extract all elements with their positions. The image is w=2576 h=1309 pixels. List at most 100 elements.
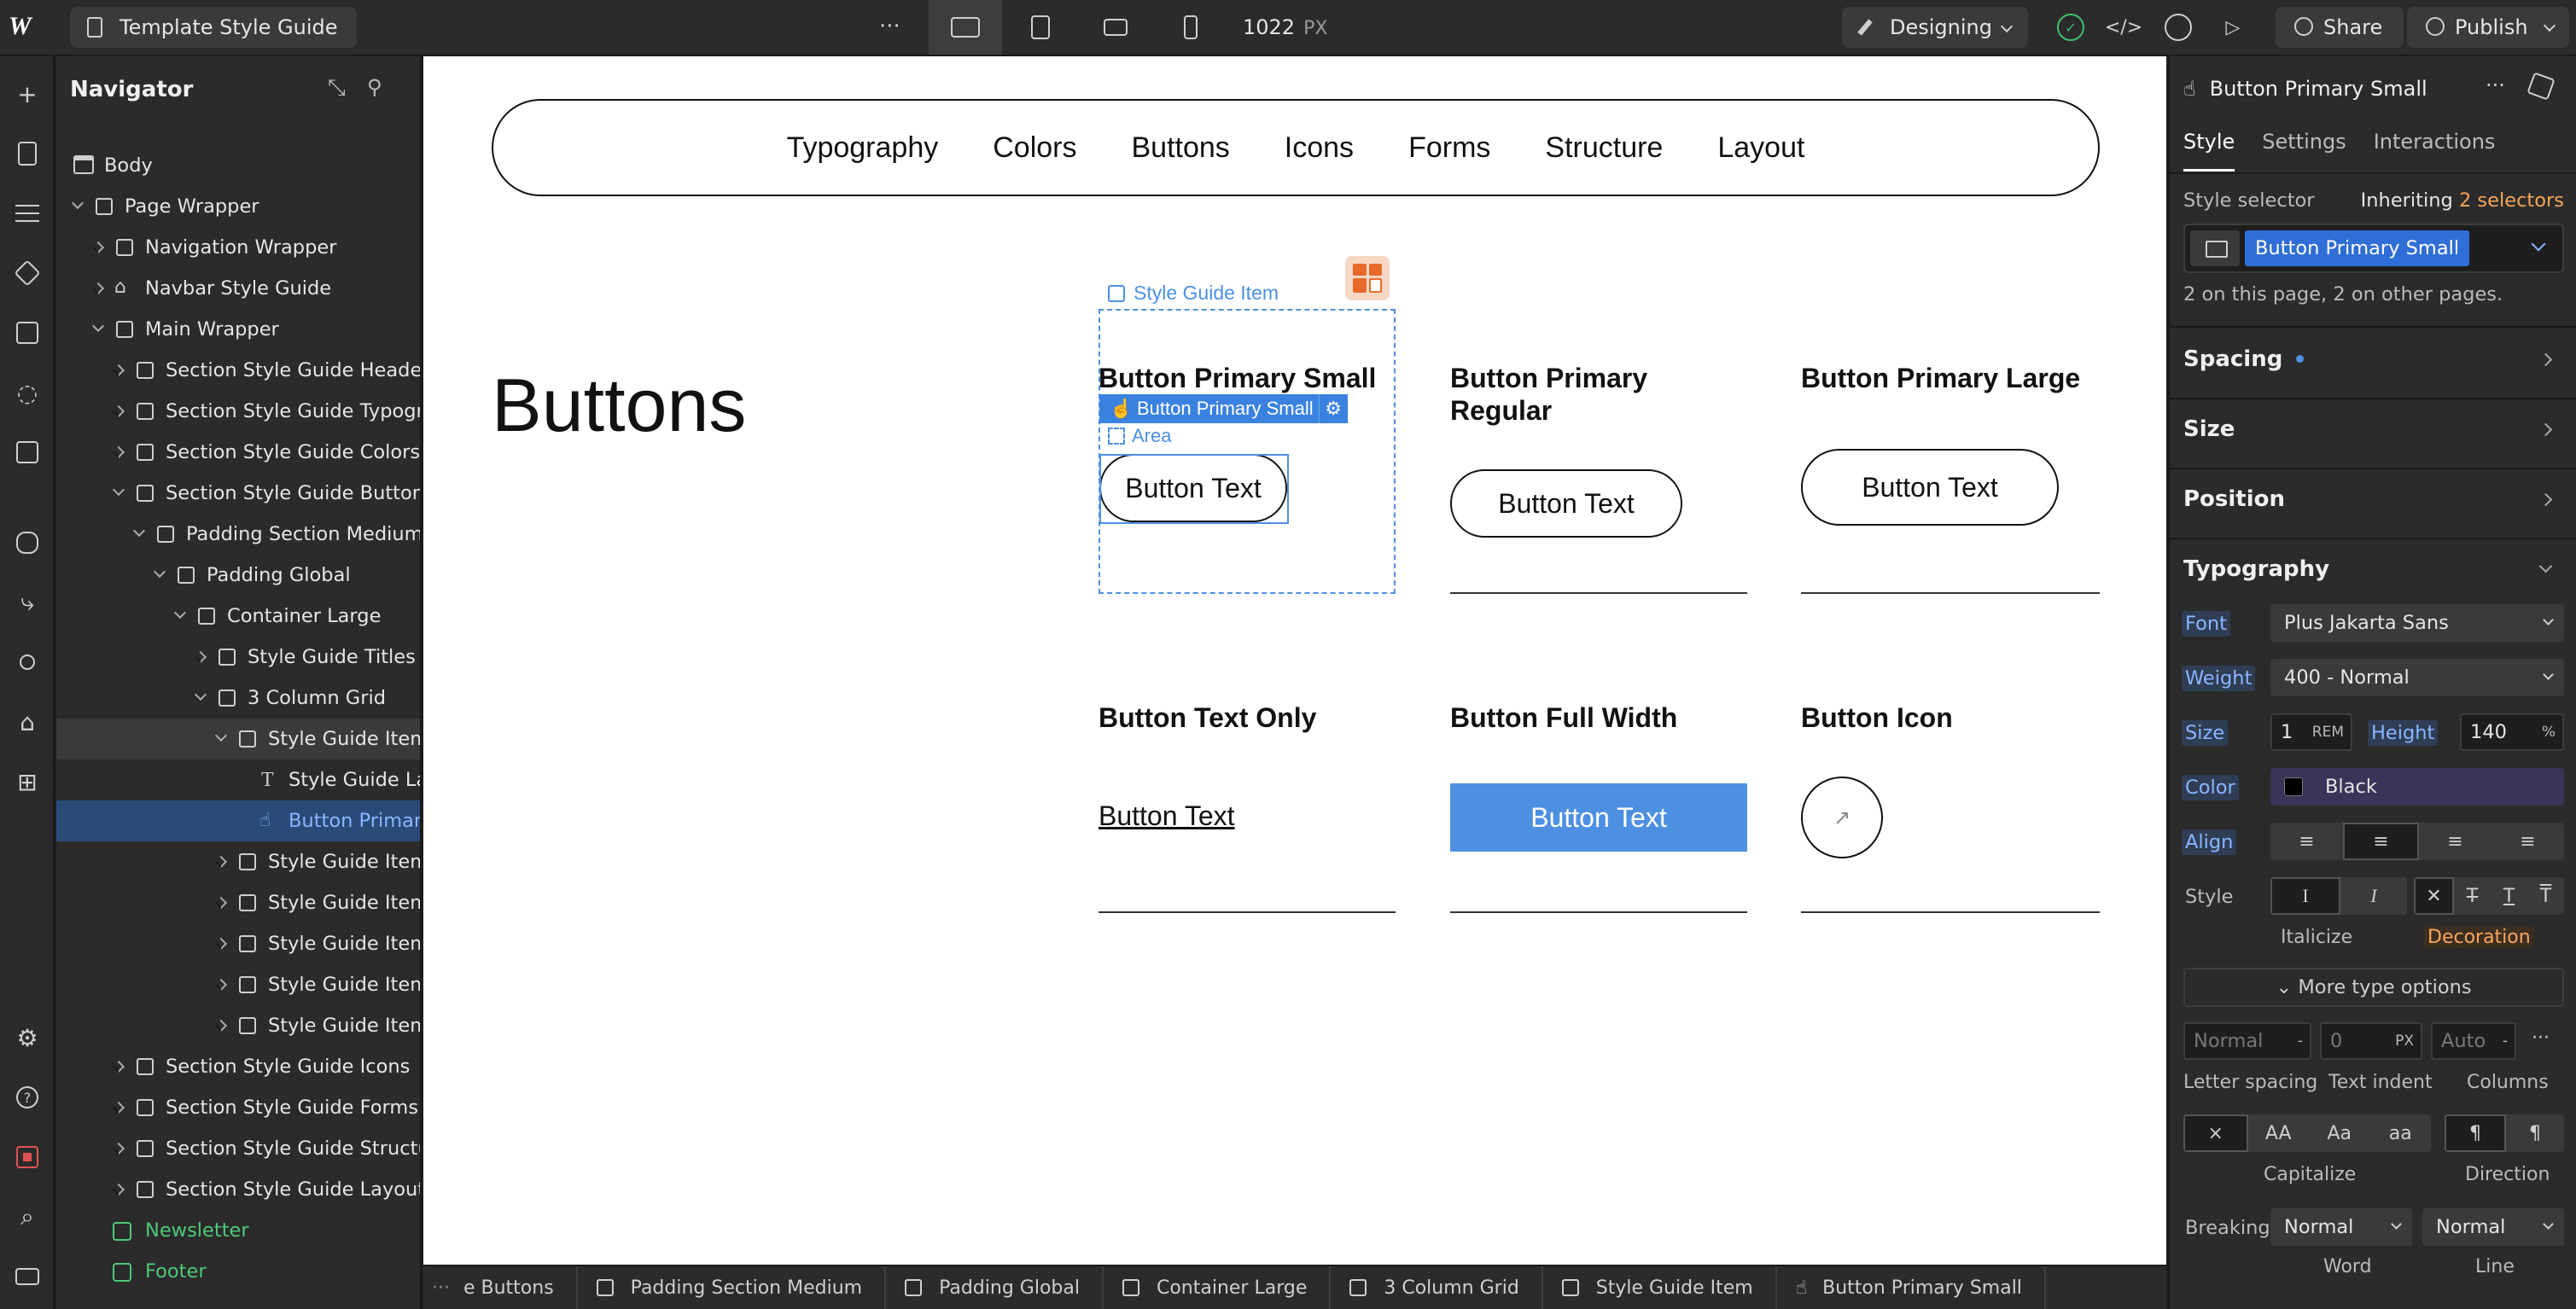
- navigator-icon[interactable]: [10, 196, 44, 230]
- tree-item-newsletter[interactable]: Newsletter: [56, 1210, 420, 1251]
- font-label[interactable]: Font: [2182, 611, 2230, 637]
- button-primary-large[interactable]: Button Text: [1801, 449, 2059, 526]
- section-size[interactable]: Size: [2183, 416, 2564, 442]
- code-icon[interactable]: </>: [2105, 14, 2142, 41]
- style-guide-item-icon[interactable]: Button Icon: [1801, 701, 2098, 734]
- weight-dropdown[interactable]: 400 - Normal: [2270, 659, 2564, 696]
- size-label[interactable]: Size: [2182, 720, 2229, 746]
- tree-item-navigation-wrapper[interactable]: Navigation Wrapper: [56, 227, 420, 268]
- chevron-right-icon[interactable]: [112, 1142, 125, 1155]
- breadcrumb-item[interactable]: ☝ Button Primary Small: [1777, 1266, 2046, 1309]
- align-label[interactable]: Align: [2182, 829, 2237, 855]
- align-justify-icon[interactable]: ≡: [2491, 823, 2564, 860]
- settings-gear-icon[interactable]: ⚙: [1318, 394, 1348, 423]
- ecommerce-icon[interactable]: ⌂: [10, 705, 44, 739]
- color-label[interactable]: Color: [2182, 775, 2239, 800]
- tree-item-section-buttons[interactable]: Section Style Guide Buttons: [56, 473, 420, 514]
- chevron-right-icon[interactable]: [214, 1019, 228, 1033]
- settings-gear-icon[interactable]: ⚙: [10, 1021, 44, 1055]
- chevron-right-icon[interactable]: [112, 1060, 125, 1073]
- assets-icon[interactable]: [10, 435, 44, 469]
- section-position[interactable]: Position: [2183, 486, 2564, 512]
- chevron-down-icon[interactable]: [2531, 236, 2546, 252]
- pages-icon[interactable]: [10, 137, 44, 171]
- search-icon[interactable]: ⌕: [10, 1200, 44, 1234]
- selector-state-icon[interactable]: [2190, 230, 2240, 266]
- capitalize-capitalize[interactable]: Aa: [2309, 1114, 2370, 1152]
- nav-link-typography[interactable]: Typography: [787, 131, 939, 165]
- underline-icon[interactable]: T: [2491, 877, 2527, 915]
- chevron-right-icon[interactable]: [194, 650, 207, 664]
- mobile-portrait-breakpoint-button[interactable]: [1154, 0, 1227, 55]
- mobile-landscape-breakpoint-button[interactable]: [1079, 0, 1152, 55]
- chevron-down-icon[interactable]: [214, 729, 228, 742]
- components-icon[interactable]: [10, 256, 44, 290]
- share-button[interactable]: Share: [2276, 7, 2404, 48]
- capitalize-lowercase[interactable]: aa: [2370, 1114, 2432, 1152]
- overline-icon[interactable]: T: [2527, 877, 2564, 915]
- line-height-unit[interactable]: %: [2542, 715, 2556, 749]
- chevron-down-icon[interactable]: [132, 524, 146, 538]
- cms-icon[interactable]: [10, 526, 44, 560]
- line-break-dropdown[interactable]: Normal: [2422, 1208, 2564, 1246]
- capitalize-none[interactable]: ×: [2183, 1114, 2248, 1152]
- item-title[interactable]: Button Primary Regular: [1450, 362, 1689, 427]
- style-guide-item-full-width[interactable]: Button Full Width: [1450, 701, 1747, 734]
- variables-icon[interactable]: ◌: [10, 375, 44, 410]
- play-icon[interactable]: ▷: [2219, 14, 2247, 41]
- tree-item-section-colors[interactable]: Section Style Guide Colors: [56, 432, 420, 473]
- italic-icon[interactable]: I: [2340, 877, 2407, 915]
- columns-input[interactable]: Auto -: [2431, 1022, 2516, 1060]
- breadcrumb-item[interactable]: Padding Global: [886, 1266, 1104, 1309]
- no-decoration-icon[interactable]: ✕: [2414, 877, 2454, 915]
- tree-item-footer[interactable]: Footer: [56, 1251, 420, 1292]
- tree-item-padding-section-medium[interactable]: Padding Section Medium: [56, 514, 420, 555]
- tablet-breakpoint-button[interactable]: [1004, 0, 1077, 55]
- chevron-right-icon[interactable]: [112, 364, 125, 377]
- font-dropdown[interactable]: Plus Jakarta Sans: [2270, 604, 2564, 642]
- style-guide-item-primary-large[interactable]: Button Primary Large: [1801, 362, 2098, 394]
- chevron-down-icon[interactable]: [173, 606, 187, 620]
- tree-item-style-guide-item[interactable]: Style Guide Item: [56, 718, 420, 759]
- tree-item-section-structure[interactable]: Section Style Guide Structure: [56, 1128, 420, 1169]
- text-indent-unit[interactable]: PX: [2395, 1024, 2414, 1058]
- add-icon[interactable]: +: [10, 77, 44, 111]
- strikethrough-icon[interactable]: T: [2454, 877, 2491, 915]
- button-text-only[interactable]: Button Text: [1099, 800, 1235, 832]
- align-right-icon[interactable]: ≡: [2419, 823, 2491, 860]
- more-type-options-button[interactable]: ⌄ More type options: [2183, 968, 2564, 1007]
- chevron-down-icon[interactable]: [112, 483, 125, 497]
- chevron-down-icon[interactable]: [194, 688, 207, 701]
- apps-icon[interactable]: ⊞: [10, 765, 44, 799]
- nav-link-forms[interactable]: Forms: [1408, 131, 1490, 165]
- tree-item-section-typography[interactable]: Section Style Guide Typography: [56, 391, 420, 432]
- breadcrumb-item[interactable]: Container Large: [1104, 1266, 1332, 1309]
- chevron-down-icon[interactable]: [153, 565, 166, 579]
- breadcrumb-item[interactable]: 3 Column Grid: [1331, 1266, 1543, 1309]
- logic-icon[interactable]: ⤷: [10, 585, 44, 620]
- button-primary-regular[interactable]: Button Text: [1450, 469, 1682, 538]
- tab-style[interactable]: Style: [2183, 130, 2235, 172]
- capitalize-uppercase[interactable]: AA: [2248, 1114, 2310, 1152]
- section-heading[interactable]: Buttons: [492, 362, 746, 449]
- publish-button[interactable]: Publish: [2407, 7, 2569, 48]
- item-title[interactable]: Button Primary Large: [1801, 362, 2098, 394]
- tree-item-navbar-style-guide[interactable]: ⌂ Navbar Style Guide: [56, 268, 420, 309]
- word-break-dropdown[interactable]: Normal: [2270, 1208, 2412, 1246]
- comment-icon[interactable]: [2165, 14, 2192, 41]
- chevron-down-icon[interactable]: [91, 319, 105, 333]
- tree-item-padding-global[interactable]: Padding Global: [56, 555, 420, 596]
- chevron-right-icon[interactable]: [214, 896, 228, 910]
- breadcrumb-item[interactable]: Padding Section Medium: [578, 1266, 887, 1309]
- nav-link-buttons[interactable]: Buttons: [1131, 131, 1229, 165]
- nav-link-colors[interactable]: Colors: [993, 131, 1076, 165]
- inheriting-info[interactable]: Inheriting 2 selectors: [2361, 189, 2564, 212]
- ltr-icon[interactable]: ¶: [2445, 1114, 2506, 1152]
- style-selector-field[interactable]: Button Primary Small: [2183, 224, 2564, 273]
- tree-item-style-guide-item[interactable]: Style Guide Item: [56, 1005, 420, 1046]
- tree-item-style-guide-item[interactable]: Style Guide Item: [56, 923, 420, 964]
- tree-item-button-primary-small[interactable]: ☝ Button Primary Small: [56, 800, 420, 841]
- breadcrumb-item[interactable]: Style Guide Item: [1543, 1266, 1777, 1309]
- align-center-icon[interactable]: ≡: [2343, 823, 2419, 860]
- tree-item-container-large[interactable]: Container Large: [56, 596, 420, 637]
